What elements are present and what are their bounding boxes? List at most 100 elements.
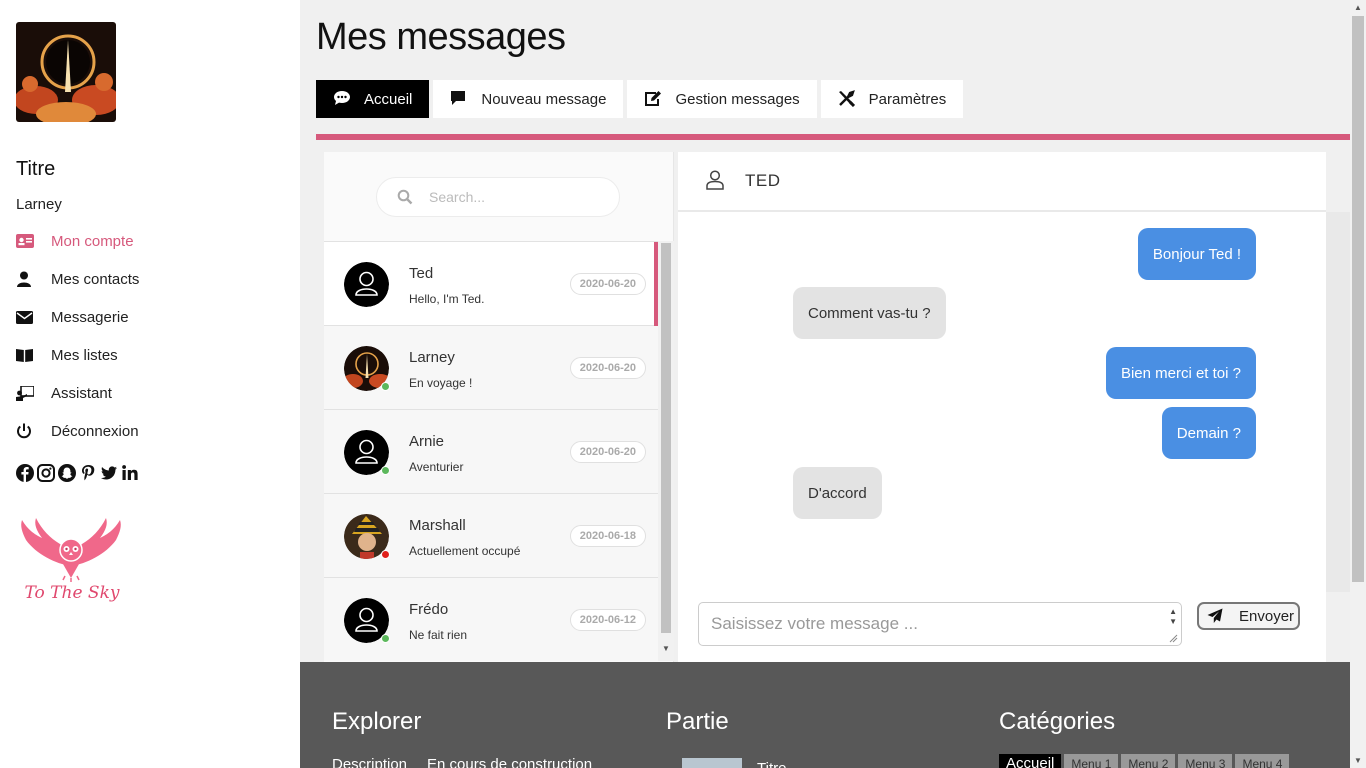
sidebar-item-label: Mes contacts: [51, 270, 140, 288]
conversation-item-marshall[interactable]: Marshall Actuellement occupé 2020-06-18: [324, 494, 658, 578]
avatar: [344, 262, 389, 307]
sidebar: Titre Larney Mon compte Mes contacts Mes…: [0, 0, 300, 768]
snapchat-icon[interactable]: [58, 464, 76, 482]
scrollbar-thumb[interactable]: [1352, 16, 1364, 582]
footer-heading-explorer: Explorer: [332, 708, 422, 735]
sidebar-item-label: Mon compte: [51, 232, 134, 250]
conversation-name: Ted: [409, 265, 434, 282]
conversation-name: Marshall: [409, 517, 466, 534]
instagram-icon[interactable]: [37, 464, 55, 482]
page-scrollbar[interactable]: ▲ ▼: [1350, 0, 1366, 768]
comment-dots-icon: [333, 90, 351, 108]
partie-item-title[interactable]: Titre: [757, 760, 786, 768]
message-placeholder: Saisissez votre message ...: [711, 614, 918, 633]
chat-panel: TED Bonjour Ted ! Comment vas-tu ? Bien …: [678, 152, 1326, 662]
book-icon: [16, 346, 51, 364]
social-links: [16, 464, 139, 482]
sidebar-item-mes-listes[interactable]: Mes listes: [16, 336, 286, 374]
conversation-name: Frédo: [409, 601, 449, 618]
chat-contact-name: TED: [745, 171, 781, 190]
conversation-preview: En voyage !: [409, 376, 473, 390]
conversation-item-larney[interactable]: Larney En voyage ! 2020-06-20: [324, 326, 658, 410]
edit-icon: [644, 90, 662, 108]
sidebar-item-label: Déconnexion: [51, 422, 139, 440]
conversation-item-ted[interactable]: Ted Hello, I'm Ted. 2020-06-20: [324, 242, 658, 326]
category-tag-menu-4[interactable]: Menu 4: [1235, 754, 1290, 768]
tab-nouveau-message[interactable]: Nouveau message: [433, 80, 624, 118]
online-status-dot: [381, 634, 390, 643]
user-icon: [16, 270, 51, 288]
sidebar-item-mes-contacts[interactable]: Mes contacts: [16, 260, 286, 298]
textarea-spinner[interactable]: ▲ ▼: [1169, 607, 1177, 627]
category-tag-menu-1[interactable]: Menu 1: [1064, 754, 1119, 768]
scroll-down-arrow[interactable]: ▼: [1354, 756, 1362, 765]
tab-parametres[interactable]: Paramètres: [820, 80, 964, 118]
pinterest-icon[interactable]: [79, 464, 97, 482]
logo-text: To The Sky: [25, 583, 120, 603]
resize-grip-icon[interactable]: [1169, 634, 1178, 643]
partie-thumbnail-image[interactable]: [682, 758, 742, 768]
tools-icon: [838, 90, 856, 108]
category-tag-menu-2[interactable]: Menu 2: [1121, 754, 1176, 768]
send-button[interactable]: Envoyer: [1197, 602, 1300, 630]
scrollbar-thumb[interactable]: [661, 243, 671, 633]
conversation-item-fredo[interactable]: Frédo Ne fait rien 2020-06-12: [324, 578, 658, 661]
sidebar-item-label: Messagerie: [51, 308, 129, 326]
envelope-icon: [16, 308, 51, 326]
scroll-down-arrow[interactable]: ▼: [662, 644, 670, 653]
twitter-icon[interactable]: [100, 464, 118, 482]
tab-label: Paramètres: [868, 90, 947, 108]
sidebar-item-mon-compte[interactable]: Mon compte: [16, 222, 286, 260]
tab-gestion-messages[interactable]: Gestion messages: [627, 80, 817, 118]
conversation-preview: Aventurier: [409, 460, 464, 474]
sidebar-item-deconnexion[interactable]: Déconnexion: [16, 412, 286, 450]
conversation-list-scrollbar[interactable]: ▼: [658, 241, 674, 661]
message-bubble-outgoing: Demain ?: [1161, 407, 1256, 459]
footer-link-description[interactable]: Description: [332, 756, 407, 768]
sidebar-item-label: Assistant: [51, 384, 112, 402]
main-content: Mes messages Accueil Nouveau message Ges…: [300, 0, 1350, 662]
tab-label: Gestion messages: [675, 90, 800, 108]
busy-status-dot: [381, 550, 390, 559]
conversation-date-badge: 2020-06-18: [569, 525, 646, 547]
linkedin-icon[interactable]: [121, 464, 139, 482]
conversation-preview: Ne fait rien: [409, 628, 468, 642]
conversation-list-panel: Ted Hello, I'm Ted. 2020-06-20 Larney En…: [324, 152, 674, 662]
message-bubble-outgoing: Bien merci et toi ?: [1105, 347, 1256, 399]
sidebar-item-messagerie[interactable]: Messagerie: [16, 298, 286, 336]
to-the-sky-logo: To The Sky: [16, 516, 128, 612]
chalkboard-teacher-icon: [16, 384, 51, 402]
conversation-item-arnie[interactable]: Arnie Aventurier 2020-06-20: [324, 410, 658, 494]
message-bubble-outgoing: Bonjour Ted !: [1137, 228, 1256, 280]
conversation-name: Larney: [409, 349, 455, 366]
sidebar-item-assistant[interactable]: Assistant: [16, 374, 286, 412]
conversation-date-badge: 2020-06-12: [569, 609, 646, 631]
online-status-dot: [381, 466, 390, 475]
facebook-icon[interactable]: [16, 464, 34, 482]
message-textarea[interactable]: Saisissez votre message ... ▲ ▼: [698, 602, 1182, 646]
sidebar-username: Larney: [16, 196, 62, 213]
scroll-up-arrow[interactable]: ▲: [1354, 3, 1362, 12]
message-bubble-incoming: D'accord: [793, 467, 882, 519]
conversation-date-badge: 2020-06-20: [569, 357, 646, 379]
conversation-date-badge: 2020-06-20: [569, 273, 646, 295]
id-card-icon: [16, 232, 51, 250]
comment-icon: [450, 90, 468, 108]
search-input[interactable]: [429, 189, 589, 205]
category-tag-accueil[interactable]: Accueil: [999, 754, 1062, 768]
chat-header: TED: [678, 152, 1326, 212]
chat-scrollbar[interactable]: [1326, 212, 1350, 592]
tab-label: Nouveau message: [481, 90, 607, 108]
tab-label: Accueil: [364, 90, 413, 108]
power-icon: [16, 422, 51, 440]
category-tag-menu-3[interactable]: Menu 3: [1178, 754, 1233, 768]
footer-heading-partie: Partie: [666, 708, 729, 735]
footer-heading-categories: Catégories: [999, 708, 1116, 735]
search-icon: [397, 189, 413, 205]
category-tags: Accueil Menu 1 Menu 2 Menu 3 Menu 4: [999, 754, 1290, 768]
album-cover-image[interactable]: [16, 22, 116, 122]
tab-accueil[interactable]: Accueil: [316, 80, 430, 118]
conversation-list: Ted Hello, I'm Ted. 2020-06-20 Larney En…: [324, 241, 658, 661]
footer-link-en-cours[interactable]: En cours de construction: [427, 756, 592, 768]
search-box[interactable]: [376, 177, 620, 217]
